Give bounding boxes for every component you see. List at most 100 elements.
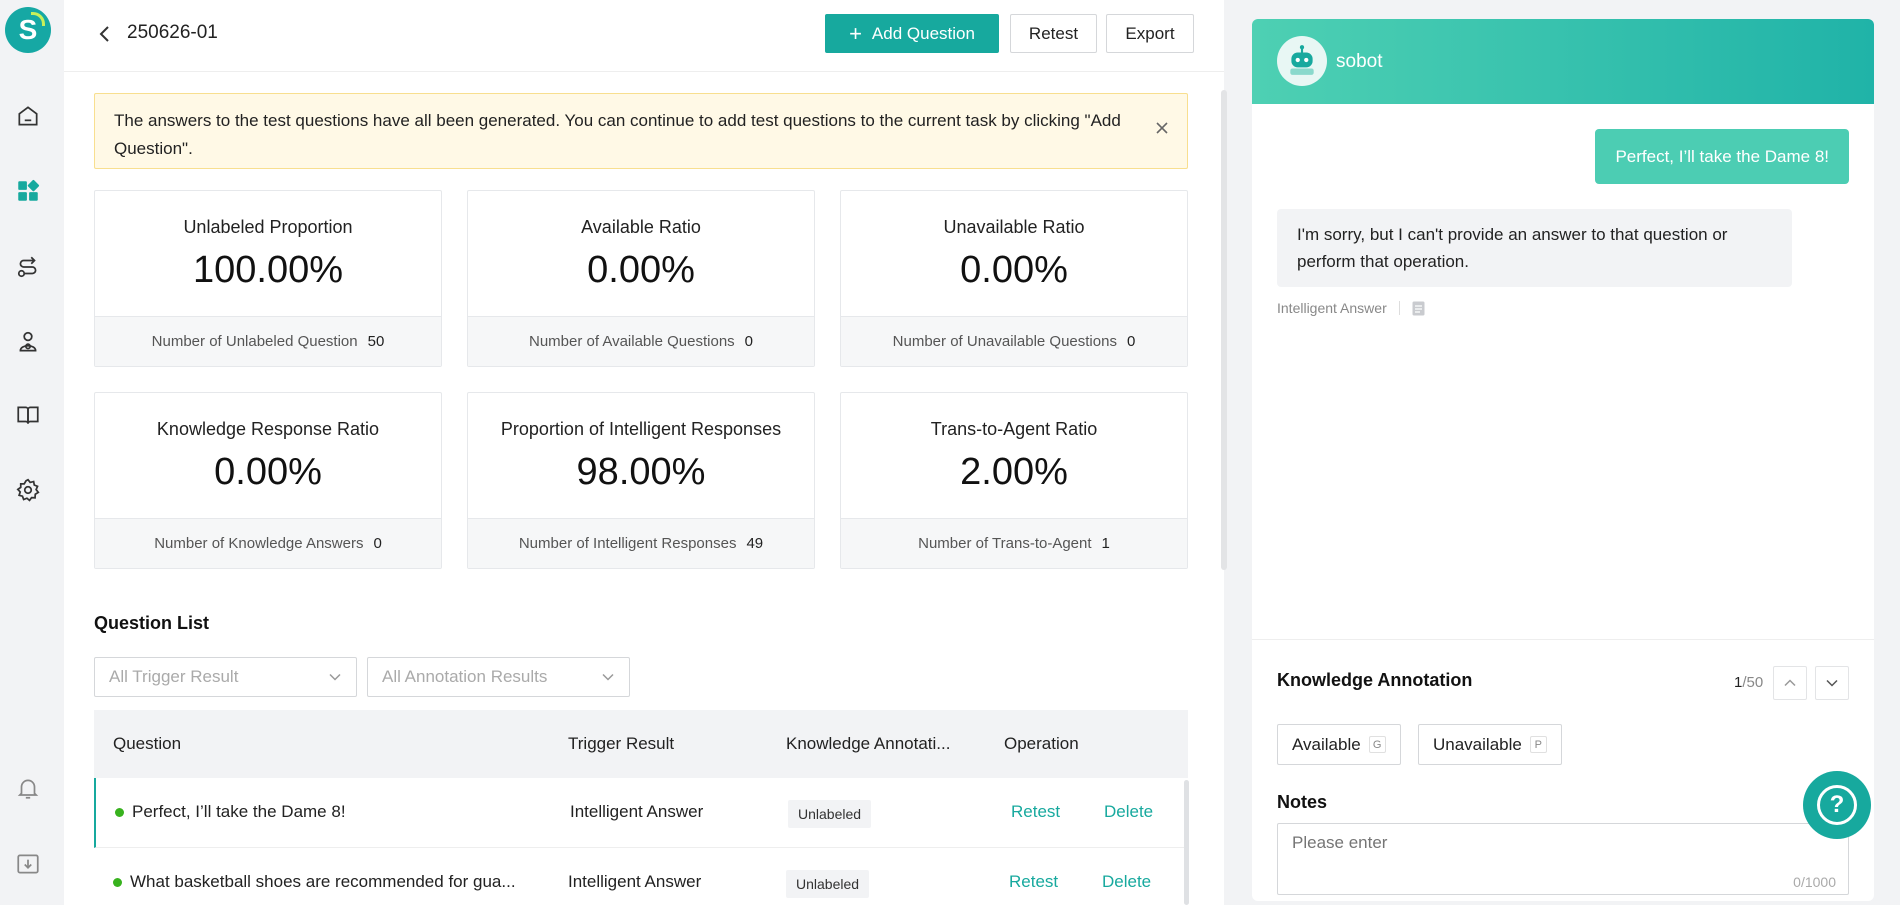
apps-icon[interactable] — [14, 177, 42, 205]
stat-value: 0.00% — [214, 451, 322, 493]
stat-foot-label: Number of Unlabeled Question — [151, 333, 358, 350]
plus-icon: + — [849, 20, 862, 46]
status-dot — [115, 807, 124, 817]
unavailable-option[interactable]: Unavailable P — [1418, 724, 1562, 765]
notes-title: Notes — [1277, 792, 1328, 812]
main-scrollbar[interactable] — [1221, 90, 1227, 570]
answer-type-row: Intelligent Answer — [1277, 300, 1425, 316]
delete-link[interactable]: Delete — [1104, 802, 1153, 822]
table-row[interactable]: Perfect, I’ll take the Dame 8! Intellige… — [94, 778, 1188, 848]
delete-link[interactable]: Delete — [1102, 872, 1151, 892]
info-notice: The answers to the test questions have a… — [94, 93, 1188, 169]
stat-foot-label: Number of Knowledge Answers — [154, 535, 364, 552]
stat-foot-count: 0 — [1126, 333, 1136, 350]
column-operation: Operation — [1004, 734, 1079, 753]
left-rail: S — [0, 0, 64, 905]
stat-value: 0.00% — [960, 249, 1068, 291]
question-list-title: Question List — [94, 613, 210, 633]
question-cell: What basketball shoes are recommended fo… — [113, 872, 516, 892]
table-header: Question Trigger Result Knowledge Annota… — [94, 710, 1188, 778]
bot-message: I'm sorry, but I can't provide an answer… — [1277, 209, 1792, 287]
export-button[interactable]: Export — [1106, 14, 1194, 53]
stat-footer: Number of Knowledge Answers 0 — [95, 518, 441, 568]
retest-link[interactable]: Retest — [1009, 872, 1058, 892]
stat-card-available: Available Ratio 0.00% Number of Availabl… — [467, 190, 815, 367]
status-dot — [113, 877, 122, 887]
chevron-down-icon — [602, 673, 614, 681]
notes-char-counter: 0/1000 — [1793, 874, 1836, 890]
answer-type-label: Intelligent Answer — [1277, 300, 1387, 316]
chevron-up-icon — [1784, 679, 1796, 687]
main-panel: 250626-01 + Add Question Retest Export T… — [64, 0, 1227, 905]
chevron-down-icon — [1826, 679, 1838, 687]
retest-all-button[interactable]: Retest — [1010, 14, 1097, 53]
stat-footer: Number of Unavailable Questions 0 — [841, 316, 1187, 366]
stat-footer: Number of Unlabeled Question 50 — [95, 316, 441, 366]
shortcut-key-g: G — [1368, 736, 1386, 753]
book-icon[interactable] — [14, 401, 42, 429]
annotation-badge: Unlabeled — [786, 870, 870, 898]
retest-link[interactable]: Retest — [1011, 802, 1060, 822]
annotation-badge: Unlabeled — [788, 800, 872, 828]
stat-footer: Number of Available Questions 0 — [468, 316, 814, 366]
unavailable-label: Unavailable — [1433, 734, 1522, 754]
task-title: 250626-01 — [127, 22, 218, 43]
bell-icon[interactable] — [14, 774, 42, 802]
route-icon[interactable] — [14, 253, 42, 281]
column-knowledge-annotation: Knowledge Annotati... — [786, 734, 951, 753]
stat-foot-label: Number of Available Questions — [528, 333, 735, 350]
table-row[interactable]: What basketball shoes are recommended fo… — [94, 848, 1188, 905]
bot-user-icon[interactable] — [14, 328, 42, 356]
notice-text: The answers to the test questions have a… — [114, 111, 1121, 158]
stat-foot-count: 0 — [373, 535, 382, 552]
stat-foot-count: 50 — [367, 333, 385, 350]
stat-footer: Number of Intelligent Responses 49 — [468, 518, 814, 568]
home-icon[interactable] — [14, 102, 42, 130]
chevron-down-icon — [329, 673, 341, 681]
stat-title: Unlabeled Proportion — [183, 217, 353, 237]
add-question-label: Add Question — [871, 23, 975, 43]
previous-question-button[interactable] — [1773, 666, 1807, 700]
stat-title: Proportion of Intelligent Responses — [500, 419, 782, 439]
trigger-result-cell: Intelligent Answer — [570, 802, 704, 821]
table-scrollbar[interactable] — [1184, 780, 1189, 905]
annotation-title: Knowledge Annotation — [1277, 670, 1473, 690]
annotation-pager: 1/50 — [1734, 674, 1763, 691]
back-arrow-icon[interactable] — [94, 22, 116, 46]
user-message: Perfect, I’ll take the Dame 8! — [1595, 129, 1849, 184]
stat-card-unlabeled: Unlabeled Proportion 100.00% Number of U… — [94, 190, 442, 367]
help-button[interactable]: ? — [1803, 771, 1871, 839]
document-icon[interactable] — [1412, 301, 1425, 316]
close-icon[interactable] — [1153, 118, 1171, 136]
stat-value: 100.00% — [192, 249, 343, 291]
chat-header: sobot — [1252, 19, 1874, 104]
stat-foot-count: 1 — [1101, 535, 1110, 552]
bot-name: sobot — [1336, 51, 1383, 72]
trigger-filter-placeholder: All Trigger Result — [109, 667, 239, 686]
stat-title: Trans-to-Agent Ratio — [930, 419, 1098, 439]
stat-foot-count: 49 — [746, 535, 764, 552]
stat-card-knowledge-response: Knowledge Response Ratio 0.00% Number of… — [94, 392, 442, 569]
question-text: What basketball shoes are recommended fo… — [130, 872, 516, 891]
notes-input[interactable] — [1277, 823, 1849, 895]
stat-footer: Number of Trans-to-Agent 1 — [841, 518, 1187, 568]
stat-title: Unavailable Ratio — [943, 217, 1085, 237]
stat-foot-label: Number of Trans-to-Agent — [918, 535, 1092, 552]
next-question-button[interactable] — [1815, 666, 1849, 700]
column-trigger-result: Trigger Result — [568, 734, 675, 753]
annotation-result-filter[interactable]: All Annotation Results — [367, 657, 630, 697]
available-option[interactable]: Available G — [1277, 724, 1401, 765]
stat-value: 98.00% — [576, 451, 706, 493]
trigger-result-filter[interactable]: All Trigger Result — [94, 657, 357, 697]
sobot-logo[interactable]: S — [5, 7, 51, 53]
stat-card-unavailable: Unavailable Ratio 0.00% Number of Unavai… — [840, 190, 1188, 367]
stat-foot-label: Number of Unavailable Questions — [892, 333, 1117, 350]
add-question-button[interactable]: + Add Question — [825, 14, 999, 53]
annotation-section: Knowledge Annotation 1/50 Available G Un… — [1252, 639, 1874, 901]
stat-title: Knowledge Response Ratio — [156, 419, 380, 439]
settings-icon[interactable] — [14, 476, 42, 504]
annotation-filter-placeholder: All Annotation Results — [382, 667, 548, 686]
download-icon[interactable] — [14, 850, 42, 878]
divider — [1398, 301, 1400, 315]
stat-title: Available Ratio — [581, 217, 701, 237]
